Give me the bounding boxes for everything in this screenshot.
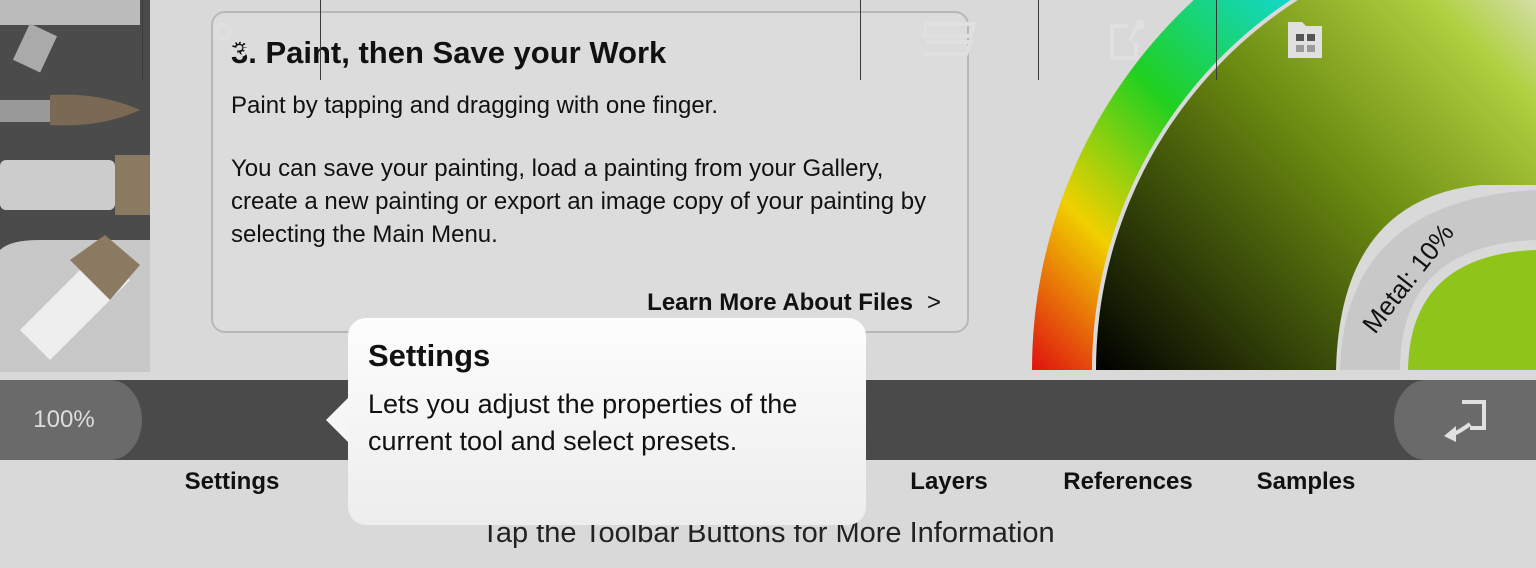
- tooltip-title: Settings: [368, 338, 491, 373]
- settings-button[interactable]: [142, 0, 320, 80]
- layers-label: Layers: [910, 468, 988, 495]
- card-paragraph: Paint by tapping and dragging with one f…: [231, 92, 719, 119]
- layers-button[interactable]: [860, 0, 1038, 80]
- learn-more-files-link[interactable]: Learn More About Files >: [647, 289, 941, 317]
- card-paragraph: You can save your painting, load a paint…: [231, 155, 927, 248]
- brushes-icon: [0, 0, 200, 372]
- link-label: Learn More About Files: [647, 289, 913, 316]
- chevron-right-icon: >: [926, 289, 941, 316]
- references-label: References: [1063, 468, 1193, 495]
- samples-button[interactable]: [1216, 0, 1396, 80]
- zoom-level-button[interactable]: 100%: [0, 380, 142, 460]
- layers-icon: [921, 22, 977, 56]
- return-icon: [1444, 400, 1486, 442]
- tooltip-body: Lets you adjust the properties of the cu…: [368, 389, 798, 456]
- settings-label: Settings: [184, 468, 280, 495]
- samples-icon: [1287, 22, 1322, 58]
- return-button[interactable]: [1394, 380, 1536, 460]
- gears-icon: [213, 22, 248, 58]
- samples-label: Samples: [1256, 468, 1356, 495]
- brush-tool-panel[interactable]: [0, 0, 200, 372]
- toolbar-button-hidden[interactable]: [320, 0, 360, 80]
- references-button[interactable]: [1038, 0, 1216, 80]
- settings-tooltip: Settings Lets you adjust the properties …: [326, 318, 866, 525]
- reference-icon: [1109, 19, 1145, 60]
